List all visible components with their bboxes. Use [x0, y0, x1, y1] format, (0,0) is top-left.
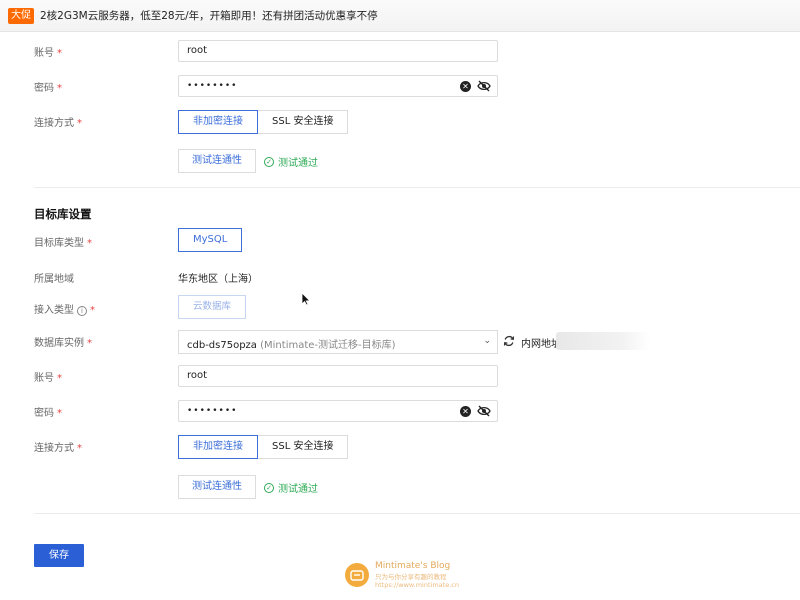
- target-access-cloud-db-option: 云数据库: [178, 295, 246, 319]
- target-password-row: 密码 * •••••••• ✕: [0, 400, 800, 424]
- clear-icon[interactable]: ✕: [460, 406, 471, 417]
- chevron-down-icon: ⌄: [483, 336, 491, 346]
- source-password-label: 密码 *: [34, 83, 62, 94]
- target-test-status-text: 测试通过: [278, 484, 318, 495]
- target-type-mysql-option[interactable]: MySQL: [178, 228, 243, 252]
- target-region-row: 所属地域 华东地区（上海）: [0, 266, 800, 290]
- source-password-input[interactable]: •••••••• ✕: [178, 75, 498, 97]
- mouse-cursor-icon: [301, 292, 311, 306]
- source-test-row: 测试连通性 ✓ 测试通过: [0, 149, 800, 173]
- target-instance-select[interactable]: cdb-ds75opza (Mintimate-测试迁移-目标库) ⌄: [178, 330, 498, 354]
- target-instance-label: 数据库实例 *: [34, 338, 92, 349]
- target-section-title: 目标库设置: [34, 207, 92, 221]
- source-account-row: 账号 * root: [0, 40, 800, 64]
- source-conn-plain-option[interactable]: 非加密连接: [178, 110, 258, 134]
- target-test-row: 测试连通性 ✓ 测试通过: [0, 475, 800, 499]
- source-test-status-text: 测试通过: [278, 158, 318, 169]
- target-account-input[interactable]: root: [178, 365, 498, 387]
- watermark-url: https://www.mintimate.cn: [375, 581, 459, 589]
- app-frame: 大促 2核2G3M云服务器，低至28元/年，开箱即用！还有拼团活动优惠享不停 账…: [0, 0, 800, 600]
- target-conn-plain-option[interactable]: 非加密连接: [178, 435, 258, 459]
- info-icon[interactable]: i: [77, 306, 87, 316]
- target-access-row: 接入类型 i * 云数据库: [0, 295, 800, 321]
- eye-off-icon[interactable]: [477, 405, 491, 417]
- target-net-address-label: 内网地址: [521, 339, 561, 350]
- source-password-row: 密码 * •••••••• ✕: [0, 75, 800, 99]
- target-conn-label: 连接方式 *: [34, 443, 82, 454]
- clear-icon[interactable]: ✕: [460, 81, 471, 92]
- target-type-label: 目标库类型 *: [34, 238, 92, 249]
- section-divider: [34, 513, 800, 514]
- promo-banner[interactable]: 大促 2核2G3M云服务器，低至28元/年，开箱即用！还有拼团活动优惠享不停: [0, 0, 800, 32]
- target-type-selector: MySQL: [178, 228, 243, 252]
- target-account-row: 账号 * root: [0, 365, 800, 389]
- source-test-status: ✓ 测试通过: [264, 154, 318, 169]
- source-conn-row: 连接方式 * 非加密连接 SSL 安全连接: [0, 110, 800, 134]
- source-conn-selector: 非加密连接 SSL 安全连接: [178, 110, 349, 134]
- source-conn-label: 连接方式 *: [34, 118, 82, 129]
- target-net-address-redacted: [556, 332, 650, 350]
- target-password-label: 密码 *: [34, 408, 62, 419]
- refresh-icon[interactable]: [503, 335, 515, 347]
- watermark-title: Mintimate's Blog: [375, 561, 451, 571]
- target-test-status: ✓ 测试通过: [264, 480, 318, 495]
- target-region-label: 所属地域: [34, 274, 74, 285]
- banner-tag: 大促: [8, 7, 34, 24]
- target-test-button[interactable]: 测试连通性: [178, 475, 256, 499]
- section-divider: [34, 187, 800, 188]
- target-conn-selector: 非加密连接 SSL 安全连接: [178, 435, 349, 459]
- source-account-input[interactable]: root: [178, 40, 498, 62]
- check-circle-icon: ✓: [264, 156, 274, 167]
- source-test-button[interactable]: 测试连通性: [178, 149, 256, 173]
- save-button[interactable]: 保存: [34, 544, 84, 567]
- target-account-label: 账号 *: [34, 373, 62, 384]
- blog-logo-icon: [345, 563, 369, 587]
- target-instance-id: cdb-ds75opza: [187, 340, 257, 351]
- target-password-input[interactable]: •••••••• ✕: [178, 400, 498, 422]
- target-type-row: 目标库类型 * MySQL: [0, 228, 800, 252]
- blog-watermark: Mintimate's Blog 只为与你分享有趣的教程 https://www…: [345, 561, 459, 589]
- target-instance-row: 数据库实例 * cdb-ds75opza (Mintimate-测试迁移-目标库)…: [0, 330, 800, 354]
- source-password-value: ••••••••: [187, 81, 238, 91]
- source-account-label: 账号 *: [34, 48, 62, 59]
- target-conn-row: 连接方式 * 非加密连接 SSL 安全连接: [0, 435, 800, 459]
- target-password-value: ••••••••: [187, 406, 238, 416]
- watermark-subtitle: 只为与你分享有趣的教程: [375, 573, 447, 581]
- eye-off-icon[interactable]: [477, 80, 491, 92]
- banner-text[interactable]: 2核2G3M云服务器，低至28元/年，开箱即用！还有拼团活动优惠享不停: [40, 8, 378, 23]
- target-access-label: 接入类型 i *: [34, 305, 95, 316]
- target-instance-desc: (Mintimate-测试迁移-目标库): [260, 340, 396, 351]
- source-conn-ssl-option[interactable]: SSL 安全连接: [258, 110, 349, 134]
- target-conn-ssl-option[interactable]: SSL 安全连接: [258, 435, 349, 459]
- target-region-value: 华东地区（上海）: [178, 274, 258, 285]
- check-circle-icon: ✓: [264, 482, 274, 493]
